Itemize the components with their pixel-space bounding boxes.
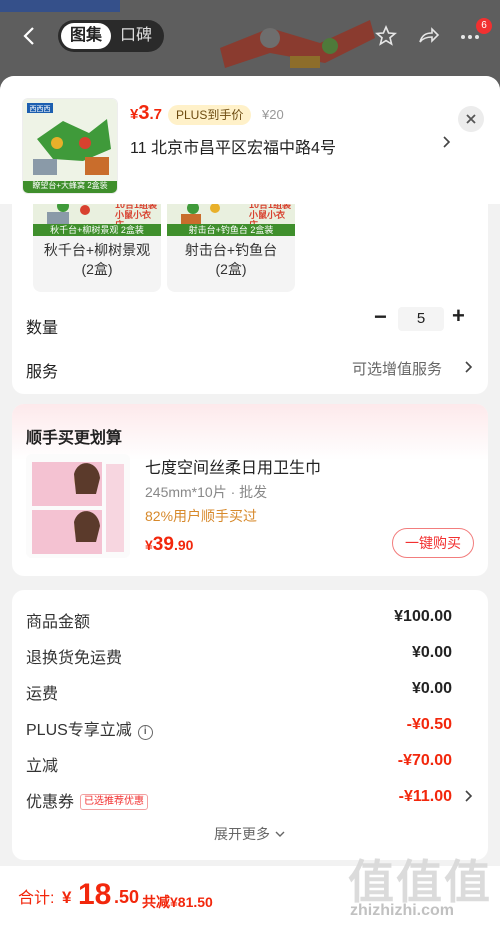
watermark: 值值值 zhizhizhi.com [348,846,494,922]
summary-label-wrap: PLUS专享立减 i [26,716,153,740]
tab-gallery[interactable]: 图集 [61,23,111,49]
variant-option[interactable]: 10合1组装 小鼠小衣庄 秋千台+柳树景观 2盒装 秋千台+柳树景观 (2盒) [33,196,161,292]
summary-row: 立减 -¥70.00 [26,752,474,776]
coupon-badge: 已选推荐优惠 [80,794,149,810]
delivery-address[interactable]: 11 北京市昌平区宏福中路4号 [130,134,336,158]
order-summary-card: 商品金额 ¥100.00 退换货免运费 ¥0.00 运费 ¥0.00 PLUS专… [12,590,488,860]
options-card: 10合1组装 小鼠小衣庄 秋千台+柳树景观 2盒装 秋千台+柳树景观 (2盒) … [12,196,488,394]
banner-strip [0,0,120,12]
summary-label: 优惠券 [26,794,75,811]
service-value[interactable]: 可选增值服务 [352,358,442,379]
summary-value: -¥11.00 [398,788,452,805]
watermark-url: zhizhizhi.com [350,902,454,919]
summary-row: PLUS专享立减 i -¥0.50 [26,716,474,740]
addon-purchase-rate: 82%用户顺手买过 [145,508,258,524]
chevron-right-icon[interactable] [442,134,452,155]
purchase-sheet: 西西西 瞭望台+大蜂窝 2盒装 ¥3.7 PLUS到手价 ¥20 11 北京市昌… [0,76,500,928]
variant-label: 射击台+钓鱼台 (2盒) [184,242,278,277]
quantity-input[interactable]: 5 [398,307,444,331]
variant-option[interactable]: 10合1组装 小鼠小衣庄 射击台+钓鱼台 2盒装 射击台+钓鱼台 (2盒) [167,196,295,292]
tab-reviews[interactable]: 口碑 [111,23,161,49]
chevron-right-icon[interactable] [464,788,474,809]
summary-value: ¥100.00 [394,608,452,625]
brand-logo-text: 西西西 [30,105,51,113]
quantity-decrease-button[interactable]: − [374,304,387,330]
plus-price: ¥3.7 [130,102,162,125]
summary-label-wrap: 优惠券 已选推荐优惠 [26,788,149,812]
quantity-increase-button[interactable]: + [452,303,465,329]
plus-price-tag: PLUS到手价 [168,105,252,125]
price-decimal: .7 [149,106,162,123]
total-label: 合计: [18,890,55,907]
summary-label: 运费 [26,686,59,703]
one-click-buy-button[interactable]: 一键购买 [392,528,474,558]
summary-row: 商品金额 ¥100.00 [26,608,474,632]
summary-label: 退换货免运费 [26,650,123,667]
price-decimal: .90 [173,537,194,553]
total-integer: 18 [78,878,112,911]
summary-row: 运费 ¥0.00 [26,680,474,704]
summary-label: PLUS专享立减 [26,722,132,739]
price-symbol: ¥ [145,537,153,553]
chevron-right-icon[interactable] [464,359,474,379]
expand-more-label: 展开更多 [214,826,271,842]
total-saved: 共减¥81.50 [142,894,213,910]
buy-together-card: 顺手买更划算 七度空间丝柔日用卫生巾 245mm*10片 · 批发 82%用户顺… [12,404,488,576]
variant-strip: 秋千台+柳树景观 2盒装 [33,224,161,236]
summary-value: -¥70.00 [397,752,452,769]
expand-more-button[interactable]: 展开更多 [12,824,488,844]
product-image [210,8,380,78]
summary-row: 退换货免运费 ¥0.00 [26,644,474,668]
thumbnail-caption: 瞭望台+大蜂窝 2盒装 [32,181,108,190]
summary-value: -¥0.50 [406,716,452,733]
quantity-label: 数量 [26,320,59,337]
addon-product-spec: 245mm*10片 · 批发 [145,484,268,500]
star-icon[interactable] [374,24,398,48]
variant-strip: 射击台+钓鱼台 2盒装 [167,224,295,236]
info-icon[interactable]: i [137,725,153,740]
price-integer: 3 [138,102,150,124]
summary-value: ¥0.00 [411,644,452,661]
total-decimal: .50 [114,887,140,907]
coupon-row[interactable]: 优惠券 已选推荐优惠 -¥11.00 [26,788,474,812]
selected-product-header: 西西西 瞭望台+大蜂窝 2盒装 ¥3.7 PLUS到手价 ¥20 11 北京市昌… [0,76,500,204]
chevron-down-icon [274,826,286,842]
close-icon[interactable] [458,106,484,132]
addon-product-name[interactable]: 七度空间丝柔日用卫生巾 [145,454,321,478]
media-tab-switch: 图集 口碑 [58,20,164,52]
variant-label: 秋千台+柳树景观 (2盒) [43,242,151,277]
share-icon[interactable] [416,24,440,48]
addon-product-image[interactable] [26,454,130,558]
total-symbol: ¥ [62,888,72,907]
buy-together-title: 顺手买更划算 [12,404,488,460]
summary-label: 商品金额 [26,614,91,631]
selected-product-thumbnail: 西西西 瞭望台+大蜂窝 2盒装 [22,98,118,194]
price-integer: 39 [152,534,174,555]
back-icon[interactable] [18,24,42,48]
summary-value: ¥0.00 [411,680,452,697]
original-price: ¥20 [262,107,284,122]
cart-badge: 6 [476,18,492,34]
addon-price: ¥39.90 [145,534,193,556]
summary-label: 立减 [26,758,59,775]
service-label: 服务 [26,364,59,381]
